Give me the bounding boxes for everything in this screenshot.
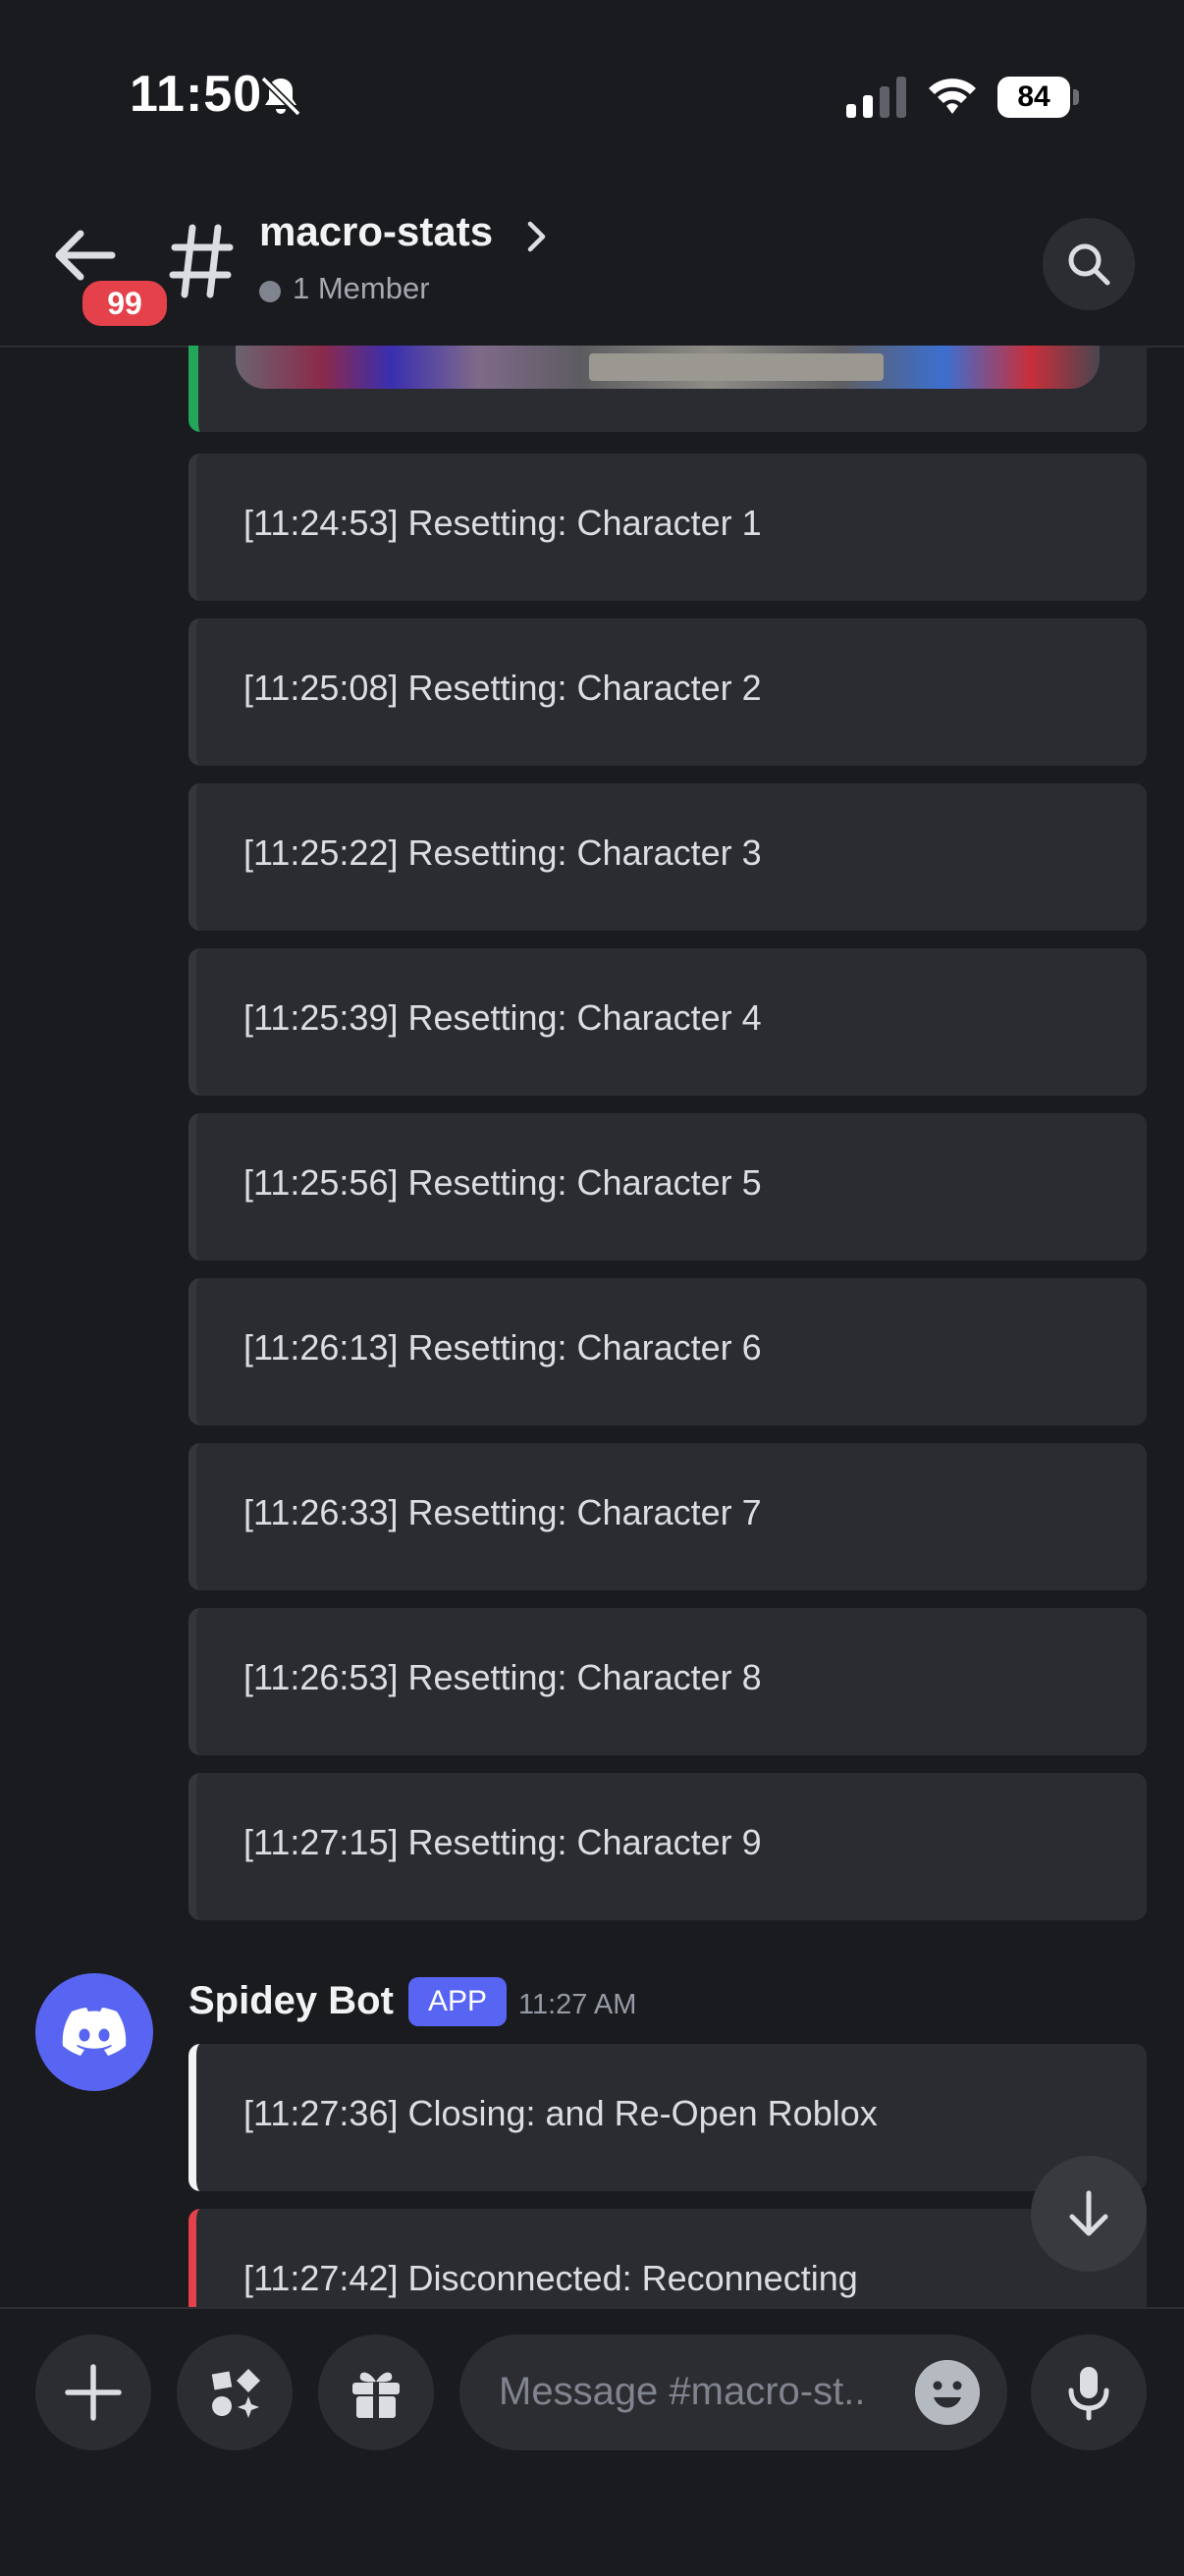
avatar[interactable]	[35, 1973, 153, 2091]
message-text: [11:25:22] Resetting: Character 3	[243, 832, 762, 873]
message-embed[interactable]: [11:24:53] Resetting: Character 1	[188, 454, 1147, 601]
microphone-icon	[1068, 2367, 1109, 2421]
channel-header: 99 macro-stats 1 Member	[0, 187, 1184, 348]
arrow-down-icon	[1069, 2190, 1108, 2236]
chevron-right-icon[interactable]	[526, 220, 548, 253]
message-embed[interactable]: [11:27:36] Closing: and Re-Open Roblox	[188, 2044, 1147, 2191]
game-screenshot-image[interactable]	[236, 346, 1100, 389]
back-arrow-icon[interactable]	[51, 228, 116, 283]
message-embed[interactable]: [11:25:56] Resetting: Character 5	[188, 1113, 1147, 1261]
message-timestamp: 11:27 AM	[518, 1989, 637, 2020]
app-tag: APP	[408, 1977, 507, 2026]
message-text: [11:27:36] Closing: and Re-Open Roblox	[243, 2093, 878, 2133]
message-embed[interactable]: [11:26:13] Resetting: Character 6	[188, 1278, 1147, 1425]
message-text: [11:27:15] Resetting: Character 9	[243, 1822, 762, 1862]
battery-level: 84	[997, 77, 1070, 118]
message-text: [11:26:13] Resetting: Character 6	[243, 1327, 762, 1368]
hash-icon	[169, 224, 234, 298]
status-bar: 11:50 84	[0, 0, 1184, 187]
message-text: [11:25:56] Resetting: Character 5	[243, 1162, 762, 1203]
discord-logo-icon	[62, 2008, 127, 2056]
status-time: 11:50	[130, 66, 263, 123]
gift-icon	[352, 2372, 400, 2418]
apps-icon	[211, 2369, 260, 2418]
voice-message-button[interactable]	[1031, 2334, 1147, 2450]
message-text: [11:26:33] Resetting: Character 7	[243, 1492, 762, 1532]
unread-badge: 99	[79, 277, 171, 330]
author-name[interactable]: Spidey Bot	[188, 1979, 394, 2023]
message-embed[interactable]: [11:27:42] Disconnected: Reconnecting	[188, 2209, 1147, 2307]
battery-indicator: 84	[997, 77, 1080, 118]
member-count[interactable]: 1 Member	[293, 271, 430, 306]
bell-slash-icon	[260, 76, 301, 117]
emoji-icon[interactable]	[915, 2360, 980, 2425]
image-embed[interactable]	[188, 346, 1147, 432]
search-icon	[1068, 243, 1110, 286]
message-embed[interactable]: [11:26:33] Resetting: Character 7	[188, 1443, 1147, 1590]
message-text: [11:25:39] Resetting: Character 4	[243, 997, 762, 1038]
message-composer: Message #macro-st..	[0, 2307, 1184, 2576]
channel-name[interactable]: macro-stats	[259, 208, 493, 255]
message-embed[interactable]: [11:27:15] Resetting: Character 9	[188, 1773, 1147, 1920]
message-text: [11:26:53] Resetting: Character 8	[243, 1657, 762, 1697]
plus-icon	[65, 2364, 122, 2421]
message-placeholder: Message #macro-st..	[499, 2370, 866, 2413]
game-hotbar	[589, 353, 884, 381]
message-embed[interactable]: [11:25:22] Resetting: Character 3	[188, 783, 1147, 931]
add-attachment-button[interactable]	[35, 2334, 151, 2450]
jump-to-bottom-button[interactable]	[1031, 2156, 1147, 2272]
message-embed[interactable]: [11:25:08] Resetting: Character 2	[188, 618, 1147, 766]
message-text: [11:27:42] Disconnected: Reconnecting	[243, 2258, 858, 2298]
message-embed[interactable]: [11:26:53] Resetting: Character 8	[188, 1608, 1147, 1755]
gift-button[interactable]	[318, 2334, 434, 2450]
message-text: [11:25:08] Resetting: Character 2	[243, 668, 762, 708]
wifi-icon	[929, 79, 976, 114]
message-input[interactable]: Message #macro-st..	[459, 2334, 1007, 2450]
message-text: [11:24:53] Resetting: Character 1	[243, 503, 762, 543]
member-status-dot	[259, 281, 281, 302]
signal-icon	[846, 77, 906, 118]
search-button[interactable]	[1043, 218, 1135, 310]
battery-tip	[1073, 89, 1079, 105]
message-embed[interactable]: [11:25:39] Resetting: Character 4	[188, 948, 1147, 1096]
apps-button[interactable]	[177, 2334, 293, 2450]
